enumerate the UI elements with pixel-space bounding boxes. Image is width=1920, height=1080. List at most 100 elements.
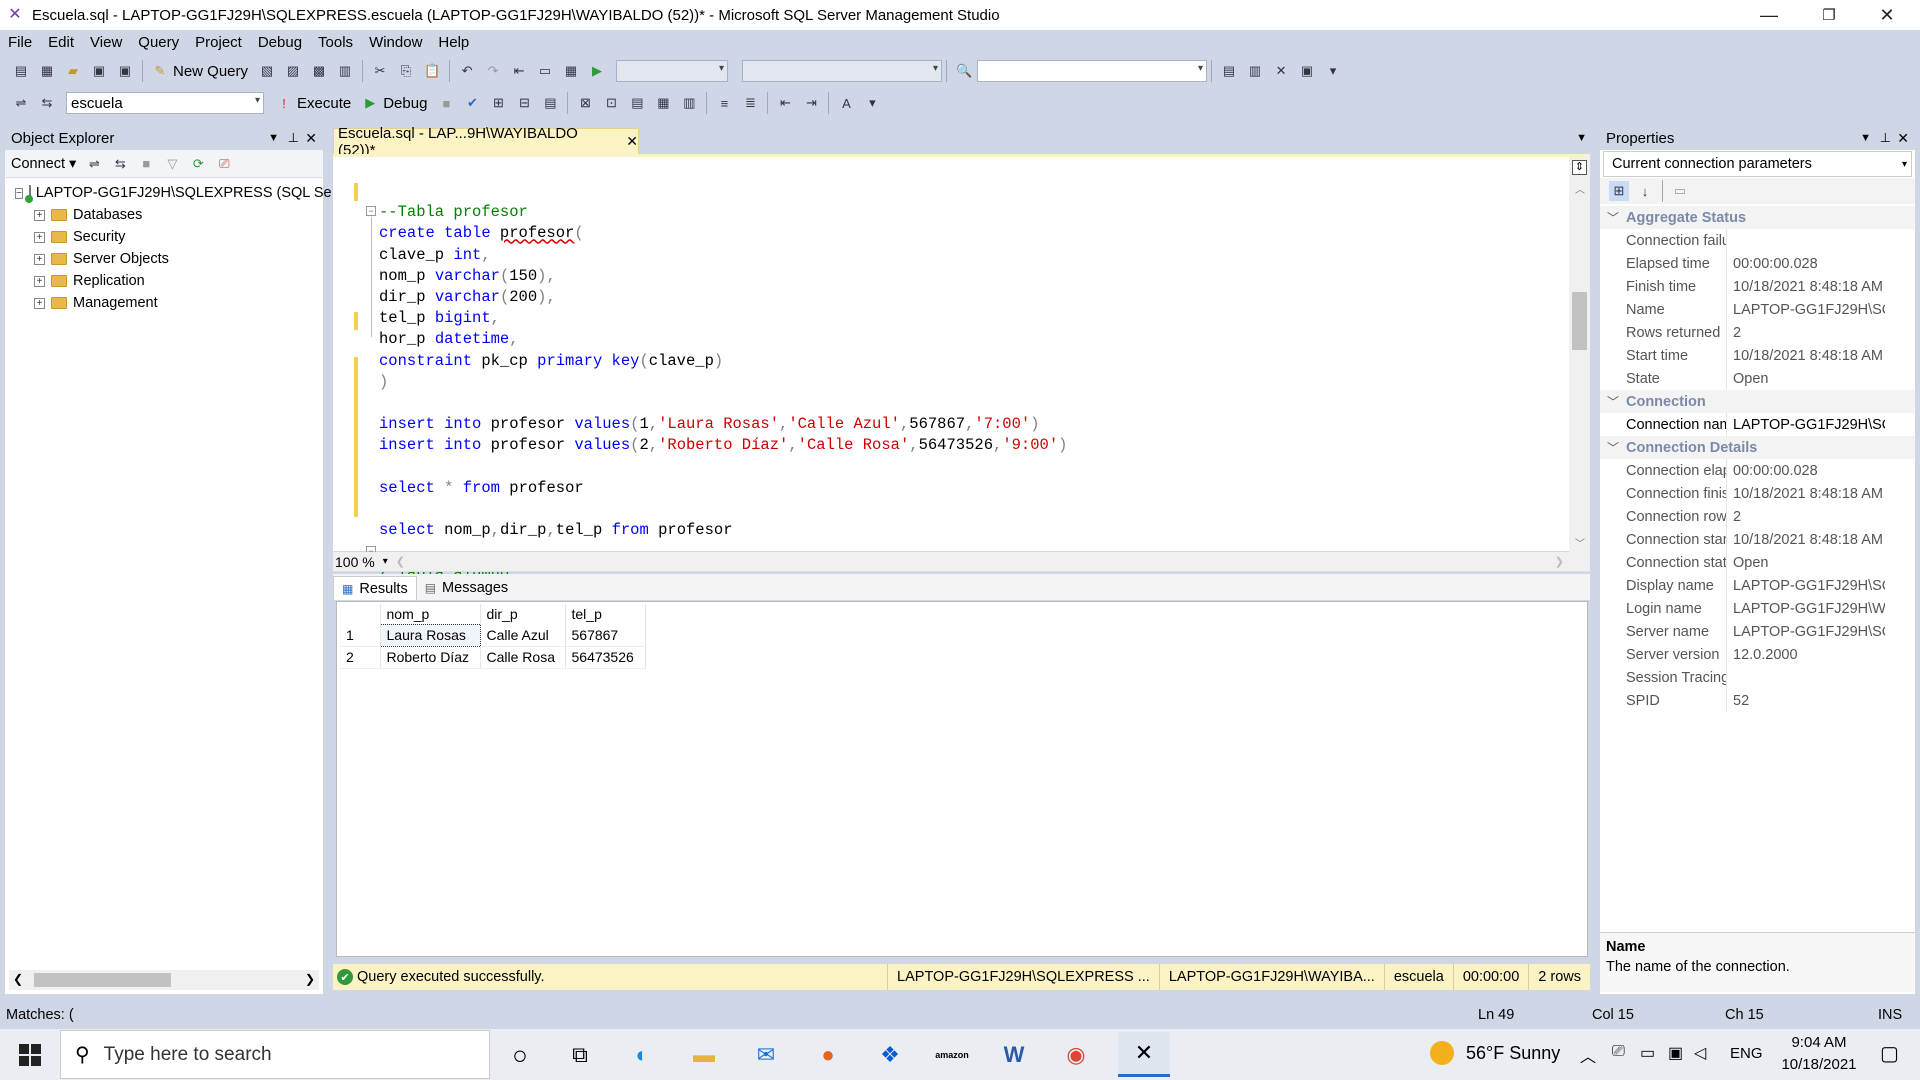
increase-indent-icon[interactable]: ⇥ [801, 93, 821, 113]
taskbar-search-box[interactable]: ⚲ Type here to search [60, 1030, 490, 1079]
collapse-chevron-icon[interactable]: ﹀ [1600, 439, 1626, 456]
analysis-query-icon[interactable]: ▨ [283, 61, 303, 81]
clock-time[interactable]: 9:04 AM [1782, 1034, 1856, 1051]
properties-window-icon[interactable]: ▣ [1297, 61, 1317, 81]
menu-view[interactable]: View [82, 34, 130, 51]
clock-date[interactable]: 10/18/2021 [1774, 1056, 1864, 1073]
split-icon[interactable]: ⇕ [1572, 160, 1587, 175]
object-explorer-icon[interactable]: ▥ [1245, 61, 1265, 81]
menu-project[interactable]: Project [187, 34, 250, 51]
fold-icon[interactable]: − [366, 206, 376, 216]
property-row[interactable]: Display name LAPTOP-GG1FJ29H\SQL [1600, 574, 1915, 597]
db-engine-query-icon[interactable]: ▧ [257, 61, 277, 81]
meet-now-icon[interactable]: ⎚ [1612, 1043, 1625, 1061]
cut-icon[interactable]: ✂ [370, 61, 390, 81]
category-connection[interactable]: ﹀ Connection [1600, 390, 1915, 413]
platform-dropdown[interactable]: ▾ [742, 60, 943, 82]
menu-file[interactable]: File [0, 34, 40, 51]
property-row[interactable]: Name LAPTOP-GG1FJ29H\SQL [1600, 298, 1915, 321]
close-window-button[interactable]: ✕ [1858, 0, 1916, 30]
property-row[interactable]: Connection state Open [1600, 551, 1915, 574]
pane-dropdown-icon[interactable]: ▼ [1860, 132, 1871, 144]
input-language[interactable]: ENG [1730, 1045, 1763, 1062]
paste-icon[interactable]: 📋 [422, 61, 442, 81]
available-databases-dropdown[interactable]: escuela ▾ [66, 92, 264, 114]
new-query-button[interactable]: New Query [173, 63, 248, 80]
close-tab-icon[interactable]: ✕ [626, 133, 638, 150]
chrome-icon[interactable]: ◉ [1056, 1035, 1096, 1075]
grid-cell[interactable]: Calle Rosa [480, 646, 566, 669]
execute-button[interactable]: Execute [297, 95, 351, 112]
property-row[interactable]: Connection elapse 00:00:00.028 [1600, 459, 1915, 482]
start-icon[interactable]: ▶ [587, 61, 607, 81]
save-icon[interactable]: ▣ [89, 61, 109, 81]
property-row[interactable]: State Open [1600, 367, 1915, 390]
tree-node-management[interactable]: + Management [5, 292, 323, 314]
scroll-left-icon[interactable]: ❮ [13, 972, 23, 986]
menu-query[interactable]: Query [130, 34, 187, 51]
new-query-icon[interactable]: ✎ [150, 61, 170, 81]
new-file-icon[interactable]: ▦ [37, 61, 57, 81]
tab-list-dropdown-icon[interactable]: ▼ [1576, 132, 1587, 144]
menu-edit[interactable]: Edit [40, 34, 82, 51]
minimize-button[interactable]: — [1740, 0, 1798, 30]
disconnect-icon[interactable]: ⇆ [110, 154, 130, 174]
execute-icon[interactable]: ! [274, 93, 294, 113]
scroll-down-icon[interactable]: ﹀ [1575, 535, 1585, 550]
estimated-plan-icon[interactable]: ⊞ [488, 93, 508, 113]
notifications-icon[interactable]: ▢ [1880, 1041, 1899, 1066]
close-pane-icon[interactable]: ✕ [1897, 130, 1909, 147]
include-actual-plan-icon[interactable]: ⊠ [575, 93, 595, 113]
property-row[interactable]: Connection finish t 10/18/2021 8:48:18 AM [1600, 482, 1915, 505]
xmla-query-icon[interactable]: ▥ [335, 61, 355, 81]
row-number[interactable]: 2 [340, 646, 381, 669]
copy-icon[interactable]: ⎘ [396, 61, 416, 81]
find-in-files-icon[interactable]: 🔍 [954, 61, 974, 81]
decrease-indent-icon[interactable]: ⇤ [775, 93, 795, 113]
uncomment-icon[interactable]: ≣ [740, 93, 760, 113]
object-selector-dropdown[interactable]: Current connection parameters ▾ [1603, 151, 1912, 177]
mdx-query-icon[interactable]: ▩ [309, 61, 329, 81]
collapse-chevron-icon[interactable]: ﹀ [1600, 209, 1626, 226]
tab-escuela-sql[interactable]: Escuela.sql - LAP...9H\WAYIBALDO (52))* … [333, 125, 639, 159]
property-row[interactable]: Connection start ti 10/18/2021 8:48:18 AM [1600, 528, 1915, 551]
property-row[interactable]: Server name LAPTOP-GG1FJ29H\SQL [1600, 620, 1915, 643]
expand-icon[interactable]: + [34, 297, 45, 309]
intellisense-icon[interactable]: ▤ [540, 93, 560, 113]
restore-button[interactable]: ❐ [1800, 0, 1858, 30]
navigate-icon[interactable]: ⇤ [509, 61, 529, 81]
comment-icon[interactable]: ≡ [714, 93, 734, 113]
alphabetical-icon[interactable]: ↓ [1635, 181, 1655, 201]
open-file-icon[interactable]: ▰ [63, 61, 83, 81]
tree-node-replication[interactable]: + Replication [5, 270, 323, 292]
zoom-level[interactable]: 100 % [335, 554, 375, 570]
category-aggregate-status[interactable]: ﹀ Aggregate Status [1600, 206, 1915, 229]
property-row[interactable]: Connection failure [1600, 229, 1915, 252]
column-header[interactable]: tel_p [565, 604, 646, 624]
query-designer-icon[interactable]: ⊟ [514, 93, 534, 113]
property-row[interactable]: Finish time 10/18/2021 8:48:18 AM [1600, 275, 1915, 298]
grid-cell[interactable]: 56473526 [565, 646, 646, 669]
registered-servers-icon[interactable]: ▤ [1219, 61, 1239, 81]
property-row[interactable]: SPID 52 [1600, 689, 1915, 712]
pin-icon[interactable]: ⊥ [1880, 130, 1891, 146]
undo-icon[interactable]: ↶ [457, 61, 477, 81]
mail-icon[interactable]: ✉ [746, 1035, 786, 1075]
cancel-query-icon[interactable]: ■ [436, 93, 456, 113]
toolbox-icon[interactable]: ✕ [1271, 61, 1291, 81]
row-number[interactable]: 1 [340, 624, 381, 647]
firefox-icon[interactable]: ● [808, 1035, 848, 1075]
tab-results[interactable]: ▦ Results [333, 576, 417, 600]
editor-scroll-left-icon[interactable]: ❮ [396, 555, 405, 568]
menu-debug[interactable]: Debug [250, 34, 310, 51]
property-row[interactable]: Login name LAPTOP-GG1FJ29H\WAY [1600, 597, 1915, 620]
change-connection-icon[interactable]: ⇆ [37, 93, 57, 113]
results-to-grid-icon[interactable]: ▦ [653, 93, 673, 113]
scroll-up-icon[interactable]: ︿ [1575, 181, 1585, 196]
dropbox-icon[interactable]: ❖ [870, 1035, 910, 1075]
collapse-icon[interactable]: − [15, 187, 23, 199]
volume-icon[interactable]: ◁ [1694, 1043, 1706, 1063]
redo-icon[interactable]: ↷ [483, 61, 503, 81]
property-row[interactable]: Rows returned 2 [1600, 321, 1915, 344]
results-to-text-icon[interactable]: ▤ [627, 93, 647, 113]
